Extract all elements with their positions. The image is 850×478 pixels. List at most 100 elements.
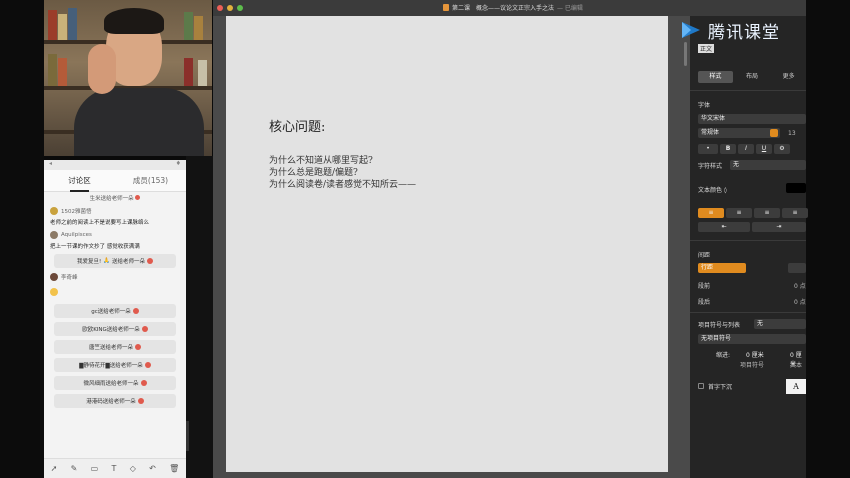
bullet-indent-value[interactable]: 0 厘米	[746, 350, 764, 359]
indent-button[interactable]: ⇥	[752, 222, 806, 232]
discussion-panel: ◂ ♦ 讨论区 成员(153) 生米送给老师一朵 1502雅菌悟 老师之前的阅读…	[44, 160, 186, 478]
letterbox-right	[806, 0, 850, 478]
italic-button[interactable]: I	[738, 144, 754, 154]
pen-icon[interactable]: ✎	[71, 464, 78, 473]
space-after-label: 段后	[698, 299, 711, 306]
bullets-select[interactable]: 无	[754, 319, 806, 329]
brand-watermark: 腾讯课堂	[678, 16, 806, 44]
dropcap-preview[interactable]: A	[786, 379, 806, 394]
close-button[interactable]	[217, 5, 223, 11]
scrollbar[interactable]	[684, 42, 687, 66]
dropcap-checkbox[interactable]	[698, 383, 704, 389]
emoji-icon	[50, 288, 58, 296]
font-size-value[interactable]: 13	[788, 130, 796, 137]
chevron-down-icon	[770, 129, 778, 137]
chat-topbar: ◂ ♦	[44, 160, 186, 170]
chat-message: 李奇峰	[50, 273, 180, 300]
teacher-webcam	[44, 0, 212, 156]
dropcap-label: 首字下沉	[708, 384, 733, 391]
gap	[186, 156, 213, 478]
zoom-button[interactable]	[237, 5, 243, 11]
document-icon	[443, 4, 449, 11]
page-heading[interactable]: 核心问题:	[269, 116, 325, 135]
line-spacing-select[interactable]: 行距	[698, 263, 746, 273]
gift-message: 唐竺送给老师一朵	[54, 340, 176, 354]
chat-username: 李奇峰	[61, 275, 78, 281]
bullet-type-select[interactable]: 无项目符号	[698, 334, 806, 344]
bullets-label: 项目符号与列表	[698, 322, 741, 329]
line-spacing-value[interactable]	[788, 263, 806, 273]
text-color-swatch[interactable]	[786, 183, 806, 193]
bullet-format-button[interactable]: •	[698, 144, 718, 154]
page-body[interactable]: 为什么不知道从哪里写起? 为什么总是跑题/偏题? 为什么阅读卷/读者感觉不知所云…	[269, 155, 416, 191]
eraser-icon[interactable]: ◇	[130, 464, 136, 473]
char-style-select[interactable]: 无	[730, 160, 806, 170]
avatar	[50, 207, 58, 215]
drawing-toolbar: ➚ ✎ ▭ T ◇ ↶ 🗑	[44, 458, 186, 478]
chat-list: 生米送给老师一朵 1502雅菌悟 老师之前的阅读上不是说要写上课脉络么 Aqui…	[44, 192, 186, 414]
rect-icon[interactable]: ▭	[91, 464, 99, 473]
text-color-label: 文本颜色 ◊	[698, 187, 727, 194]
text-format-buttons: • B I U ⚙	[698, 144, 790, 154]
indent-buttons: ⇤ ⇥	[698, 222, 806, 232]
tab-layout[interactable]: 布局	[735, 71, 770, 83]
underline-button[interactable]: U	[756, 144, 772, 154]
space-before-value[interactable]: 0 点	[794, 281, 806, 290]
document-canvas[interactable]: 核心问题: 为什么不知道从哪里写起? 为什么总是跑题/偏题? 为什么阅读卷/读者…	[213, 16, 690, 478]
text-indent-caption: 文本	[790, 362, 803, 369]
spacing-section-label: 间距	[698, 252, 711, 259]
chat-text: 把上一节课的作文抄了 感觉收获满满	[50, 244, 140, 250]
collapse-icon[interactable]: ◂	[49, 160, 52, 170]
outdent-button[interactable]: ⇤	[698, 222, 750, 232]
inspector-tabs: 样式 布局 更多	[698, 71, 806, 83]
justify-button[interactable]: ≡	[782, 208, 808, 218]
body-line[interactable]: 为什么不知道从哪里写起?	[269, 155, 416, 167]
undo-icon[interactable]: ↶	[149, 464, 156, 473]
gear-icon[interactable]: ⚙	[774, 144, 790, 154]
gift-message: 港港码送给老师一朵	[54, 394, 176, 408]
gift-message: gc送给老师一朵	[54, 304, 176, 318]
gift-message: 生米送给老师一朵	[50, 194, 180, 202]
paragraph-style-tag[interactable]: 正文	[698, 44, 715, 53]
title-bar: 第二课 概念——议论文正宗入手之法 — 已编辑	[213, 0, 806, 16]
font-style-select[interactable]: 常规体	[698, 128, 780, 138]
tab-style[interactable]: 样式	[698, 71, 733, 83]
chat-username: Aquilpisces	[61, 232, 92, 238]
avatar	[50, 273, 58, 281]
space-after-value[interactable]: 0 点	[794, 297, 806, 306]
align-center-button[interactable]: ≡	[726, 208, 752, 218]
window-title: 第二课 概念——议论文正宗入手之法 — 已编辑	[443, 3, 583, 12]
font-section-label: 字体	[698, 102, 711, 109]
tab-members[interactable]: 成员(153)	[115, 170, 186, 192]
pin-icon[interactable]: ♦	[176, 160, 181, 170]
brand-name: 腾讯课堂	[708, 22, 780, 43]
align-left-button[interactable]: ≡	[698, 208, 724, 218]
char-style-label: 字符样式	[698, 163, 723, 170]
body-line[interactable]: 为什么阅读卷/读者感觉不知所云——	[269, 179, 416, 191]
avatar	[50, 231, 58, 239]
text-icon[interactable]: T	[112, 464, 117, 473]
bold-button[interactable]: B	[720, 144, 736, 154]
align-right-button[interactable]: ≡	[754, 208, 780, 218]
tencent-classroom-logo	[678, 20, 704, 40]
format-inspector: 正文 样式 布局 更多 字体 华文宋体 常规体 13 • B I U ⚙ 字符样…	[690, 16, 808, 478]
document-page[interactable]: 核心问题: 为什么不知道从哪里写起? 为什么总是跑题/偏题? 为什么阅读卷/读者…	[226, 16, 668, 472]
tab-more[interactable]: 更多	[771, 71, 806, 83]
font-family-select[interactable]: 华文宋体	[698, 114, 806, 124]
space-before-label: 段前	[698, 283, 711, 290]
chat-tabs: 讨论区 成员(153)	[44, 170, 186, 192]
screen: ◂ ♦ 讨论区 成员(153) 生米送给老师一朵 1502雅菌悟 老师之前的阅读…	[0, 0, 850, 478]
tab-discussion[interactable]: 讨论区	[44, 170, 115, 192]
gift-message: 欧欧KING送给老师一朵	[54, 322, 176, 336]
chat-message: 1502雅菌悟 老师之前的阅读上不是说要写上课脉络么	[50, 207, 180, 226]
alignment-buttons: ≡ ≡ ≡ ≡	[698, 208, 808, 218]
minimize-button[interactable]	[227, 5, 233, 11]
bullet-indent-caption: 项目符号	[740, 362, 765, 369]
indent-label: 缩进:	[716, 352, 731, 359]
body-line[interactable]: 为什么总是跑题/偏题?	[269, 167, 416, 179]
gift-message: 我爱复旦! 🙏 送给老师一朵	[54, 254, 176, 268]
chat-message: Aquilpisces 把上一节课的作文抄了 感觉收获满满	[50, 231, 180, 250]
chat-text: 老师之前的阅读上不是说要写上课脉络么	[50, 220, 150, 226]
trash-icon[interactable]: 🗑	[169, 464, 179, 473]
arrow-icon[interactable]: ➚	[51, 464, 58, 473]
